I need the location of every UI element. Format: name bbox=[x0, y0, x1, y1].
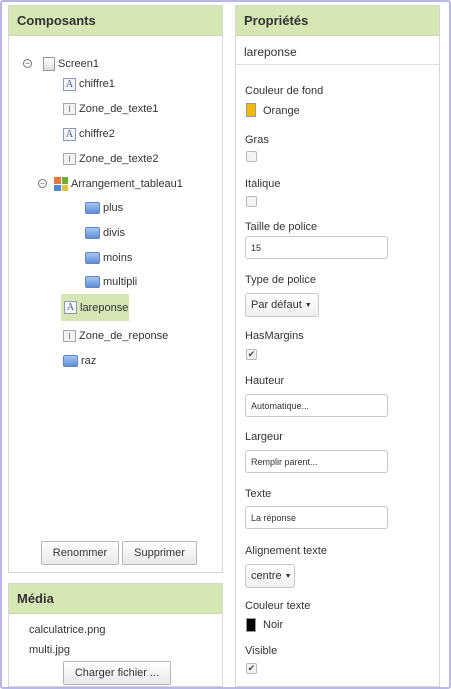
textbox-icon: I bbox=[63, 103, 76, 115]
tree-item-label: divis bbox=[103, 227, 126, 239]
textbox-icon: I bbox=[63, 330, 76, 342]
button-icon bbox=[85, 227, 100, 239]
bold-label: Gras bbox=[245, 134, 269, 146]
tree-item-label: Zone_de_texte2 bbox=[79, 153, 159, 165]
tree-item-label: raz bbox=[81, 355, 97, 367]
components-panel: Composants − Screen1 A chiffre1 I Zone_d… bbox=[8, 5, 223, 573]
delete-button[interactable]: Supprimer bbox=[122, 541, 197, 565]
bold-checkbox[interactable] bbox=[246, 151, 257, 162]
label-icon: A bbox=[63, 77, 76, 91]
components-header: Composants bbox=[9, 6, 222, 36]
tree-item-arrangement-tableau1[interactable]: Arrangement_tableau1 bbox=[54, 174, 183, 194]
tree-item-zone-de-texte1[interactable]: I Zone_de_texte1 bbox=[63, 99, 159, 119]
font-size-input[interactable]: 15 bbox=[245, 236, 388, 259]
tree-item-chiffre1[interactable]: A chiffre1 bbox=[63, 74, 115, 94]
collapse-arrangement-icon[interactable]: − bbox=[38, 179, 47, 188]
visible-checkbox[interactable]: ✔ bbox=[246, 663, 257, 674]
text-color-value[interactable]: Noir bbox=[263, 619, 283, 631]
font-type-label: Type de police bbox=[245, 274, 316, 286]
tree-item-label: Zone_de_texte1 bbox=[79, 103, 159, 115]
upload-file-button[interactable]: Charger fichier ... bbox=[63, 661, 171, 685]
text-color-swatch[interactable] bbox=[246, 618, 256, 632]
tree-item-lareponse[interactable]: A lareponse bbox=[61, 294, 129, 321]
text-label: Texte bbox=[245, 488, 272, 500]
tree-item-label: Arrangement_tableau1 bbox=[71, 178, 183, 190]
media-file-calculatrice[interactable]: calculatrice.png bbox=[29, 624, 105, 636]
text-input[interactable]: La réponse bbox=[245, 506, 388, 529]
tree-item-label: chiffre1 bbox=[79, 78, 115, 90]
font-type-value: Par défaut bbox=[251, 299, 302, 311]
caret-down-icon: ▼ bbox=[304, 301, 312, 309]
screen-icon bbox=[43, 57, 55, 71]
tree-item-label: lareponse bbox=[80, 301, 129, 314]
collapse-screen1-icon[interactable]: − bbox=[23, 59, 32, 68]
properties-header: Propriétés bbox=[236, 6, 439, 36]
font-type-select[interactable]: Par défaut ▼ bbox=[245, 293, 319, 317]
textbox-icon: I bbox=[63, 153, 76, 165]
tree-item-label: Screen1 bbox=[58, 58, 99, 70]
tree-item-plus[interactable]: plus bbox=[85, 198, 123, 218]
caret-down-icon: ▼ bbox=[284, 572, 292, 580]
tree-item-multipli[interactable]: multipli bbox=[85, 272, 137, 292]
tree-item-zone-de-reponse[interactable]: I Zone_de_reponse bbox=[63, 326, 168, 346]
media-panel: Média calculatrice.png multi.jpg Charger… bbox=[8, 583, 223, 687]
selected-component-name: lareponse bbox=[236, 36, 439, 65]
width-input[interactable]: Remplir parent... bbox=[245, 450, 388, 473]
tree-item-label: plus bbox=[103, 202, 124, 214]
tree-item-moins[interactable]: moins bbox=[85, 248, 132, 268]
text-align-value: centre bbox=[251, 570, 282, 582]
rename-button[interactable]: Renommer bbox=[41, 541, 119, 565]
italic-label: Italique bbox=[245, 178, 281, 190]
width-label: Largeur bbox=[245, 431, 283, 443]
tree-item-label: chiffre2 bbox=[79, 128, 115, 140]
properties-panel: Propriétés lareponse Couleur de fond Ora… bbox=[235, 5, 440, 687]
text-color-label: Couleur texte bbox=[245, 600, 311, 612]
button-icon bbox=[85, 202, 100, 214]
button-icon bbox=[63, 355, 78, 367]
visible-label: Visible bbox=[245, 645, 278, 657]
background-color-label: Couleur de fond bbox=[245, 85, 324, 97]
tree-item-label: Zone_de_reponse bbox=[79, 330, 169, 342]
background-color-value[interactable]: Orange bbox=[263, 105, 300, 117]
media-file-multi[interactable]: multi.jpg bbox=[29, 644, 70, 656]
tree-item-screen1[interactable]: Screen1 bbox=[43, 54, 99, 74]
has-margins-label: HasMargins bbox=[245, 330, 304, 342]
has-margins-checkbox[interactable]: ✔ bbox=[246, 349, 257, 360]
tree-item-raz[interactable]: raz bbox=[63, 351, 96, 371]
height-label: Hauteur bbox=[245, 375, 285, 387]
media-header: Média bbox=[9, 584, 222, 614]
background-color-swatch[interactable] bbox=[246, 103, 256, 117]
tree-item-label: multipli bbox=[103, 276, 138, 288]
table-arrangement-icon bbox=[54, 177, 68, 191]
text-align-label: Alignement texte bbox=[245, 545, 327, 557]
italic-checkbox[interactable] bbox=[246, 196, 257, 207]
tree-item-chiffre2[interactable]: A chiffre2 bbox=[63, 124, 115, 144]
tree-item-label: moins bbox=[103, 252, 133, 264]
height-input[interactable]: Automatique... bbox=[245, 394, 388, 417]
tree-item-zone-de-texte2[interactable]: I Zone_de_texte2 bbox=[63, 149, 159, 169]
label-icon: A bbox=[63, 127, 76, 141]
font-size-label: Taille de police bbox=[245, 221, 318, 233]
text-align-select[interactable]: centre ▼ bbox=[245, 564, 295, 588]
button-icon bbox=[85, 252, 100, 264]
label-icon: A bbox=[64, 301, 77, 314]
button-icon bbox=[85, 276, 100, 288]
tree-item-divis[interactable]: divis bbox=[85, 223, 125, 243]
